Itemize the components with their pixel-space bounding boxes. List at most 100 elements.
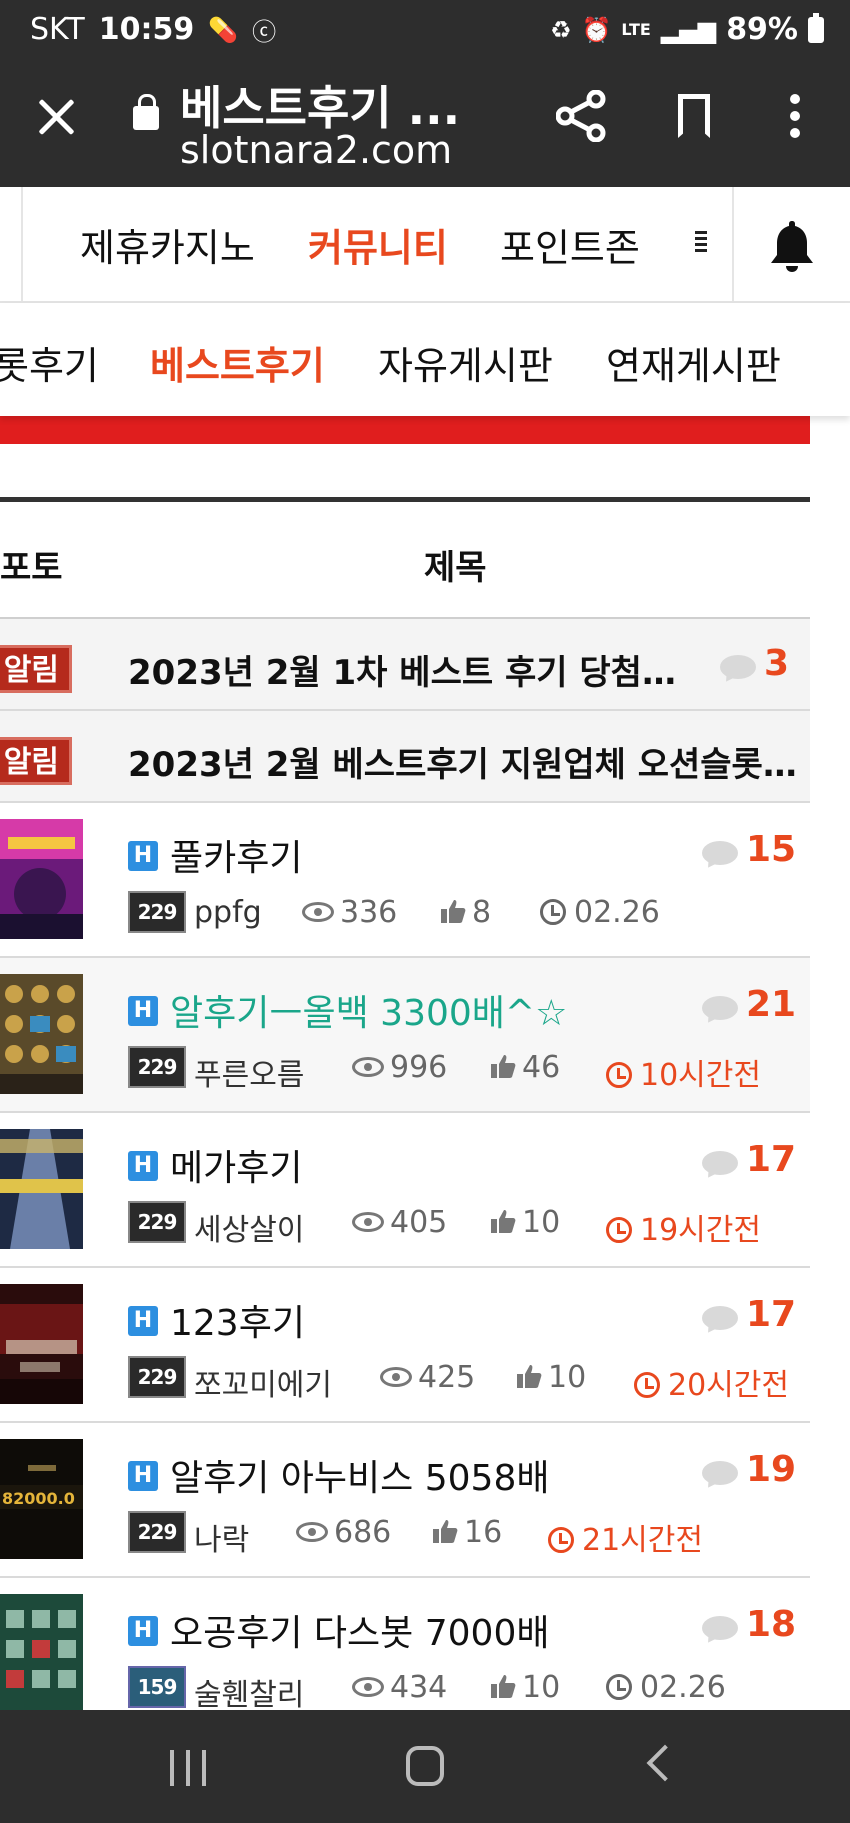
post-time: 10시간전 xyxy=(606,1050,761,1094)
post-time-value: 02.26 xyxy=(640,1670,726,1705)
post-title[interactable]: 메가후기 xyxy=(170,1139,302,1191)
post-time: 21시간전 xyxy=(548,1515,703,1559)
main-nav-point-zone[interactable]: 포인트존 xyxy=(500,217,640,272)
status-left: SKT 10:59 💊 ⓒ xyxy=(30,12,276,47)
thumbs-up-icon xyxy=(517,1364,542,1388)
comment-icon xyxy=(718,653,758,686)
view-count: 434 xyxy=(352,1670,447,1705)
alarm-icon: ⏰ xyxy=(581,15,612,44)
c-icon: ⓒ xyxy=(252,18,277,46)
post-title[interactable]: 풀카후기 xyxy=(170,829,302,881)
notice-badge: 알림 xyxy=(0,737,72,785)
status-bar: SKT 10:59 💊 ⓒ ♻ ⏰ LTE ▂▄▆ 89% xyxy=(0,0,850,62)
like-count-value: 8 xyxy=(472,895,492,930)
like-count: 10 xyxy=(516,1360,586,1395)
comment-count: 21 xyxy=(746,984,797,1025)
view-count-value: 405 xyxy=(390,1205,448,1240)
post-author[interactable]: 쪼꼬미에기 xyxy=(194,1360,332,1404)
post-thumbnail[interactable] xyxy=(0,1284,83,1404)
notice-row[interactable]: 알림 2023년 2월 1차 베스트 후기 당첨자 ... 3 xyxy=(0,619,810,711)
comment-icon xyxy=(700,1149,740,1182)
post-row[interactable]: H 풀카후기 15 229 ppfg 336 8 02.26 xyxy=(0,803,810,958)
sub-nav-serial-board[interactable]: 연재게시판 xyxy=(606,335,781,390)
sub-nav-free-board[interactable]: 자유게시판 xyxy=(378,335,553,390)
post-row[interactable]: H 오공후기 다스봇 7000배 18 159 술휀찰리 434 10 02.2… xyxy=(0,1578,810,1713)
system-nav-bar xyxy=(0,1710,850,1823)
eye-icon xyxy=(380,1366,412,1387)
post-author[interactable]: 술휀찰리 xyxy=(194,1670,304,1714)
nav-overflow-hint[interactable] xyxy=(695,231,707,259)
post-time-value: 21시간전 xyxy=(582,1523,703,1558)
sub-nav-slot-review[interactable]: 롯후기 xyxy=(0,335,99,390)
post-row[interactable]: H 메가후기 17 229 세상살이 405 10 19시간전 xyxy=(0,1113,810,1268)
post-row[interactable]: H 알후기ㅡ올백 3300배^☆ 21 229 푸른오름 996 46 10시간… xyxy=(0,958,810,1113)
post-thumbnail[interactable] xyxy=(0,819,83,939)
main-nav: 제휴카지노 커뮤니티 포인트존 xyxy=(0,187,850,303)
battery-level: 89% xyxy=(726,12,798,47)
notice-title[interactable]: 2023년 2월 1차 베스트 후기 당첨자 ... xyxy=(128,645,688,694)
like-count: 8 xyxy=(440,895,491,930)
view-count-value: 996 xyxy=(390,1050,448,1085)
post-title[interactable]: 오공후기 다스봇 7000배 xyxy=(170,1604,549,1656)
comment-icon xyxy=(700,839,740,872)
view-count: 996 xyxy=(352,1050,447,1085)
like-count-value: 16 xyxy=(464,1515,503,1550)
back-icon[interactable] xyxy=(646,1744,684,1782)
post-thumbnail[interactable] xyxy=(0,974,83,1094)
hot-badge: H xyxy=(128,1616,158,1646)
post-title[interactable]: 123후기 xyxy=(170,1294,305,1346)
bell-icon[interactable] xyxy=(770,219,814,273)
post-author[interactable]: 나락 xyxy=(194,1515,249,1559)
post-thumbnail[interactable]: 82000.0 xyxy=(0,1439,83,1559)
post-thumbnail[interactable] xyxy=(0,1129,83,1249)
eye-icon xyxy=(352,1056,384,1077)
comment-count: 17 xyxy=(746,1294,797,1335)
notice-badge: 알림 xyxy=(0,645,72,693)
share-icon[interactable] xyxy=(556,90,606,142)
post-time: 19시간전 xyxy=(606,1205,761,1249)
close-icon[interactable] xyxy=(36,96,76,136)
like-count-value: 46 xyxy=(522,1050,561,1085)
comment-count: 19 xyxy=(746,1449,797,1490)
bookmark-icon[interactable] xyxy=(678,94,710,138)
clock-icon xyxy=(606,1061,632,1088)
post-author[interactable]: 푸른오름 xyxy=(194,1050,304,1094)
post-row[interactable]: H 123후기 17 229 쪼꼬미에기 425 10 20시간전 xyxy=(0,1268,810,1423)
status-right: ♻ ⏰ LTE ▂▄▆ 89% xyxy=(550,12,824,47)
notice-title[interactable]: 2023년 2월 베스트후기 지원업체 오션슬롯 ... xyxy=(128,737,800,786)
notice-row[interactable]: 알림 2023년 2월 베스트후기 지원업체 오션슬롯 ... xyxy=(0,711,810,803)
comment-count: 3 xyxy=(764,643,790,684)
user-level-badge: 229 xyxy=(128,1511,186,1553)
like-count-value: 10 xyxy=(548,1360,587,1395)
pill-icon: 💊 xyxy=(208,15,239,44)
nav-divider xyxy=(732,187,734,301)
page-url[interactable]: slotnara2.com xyxy=(180,128,452,172)
user-level-badge: 229 xyxy=(128,891,186,933)
sub-nav: 롯후기 베스트후기 자유게시판 연재게시판 xyxy=(0,303,850,416)
post-thumbnail[interactable] xyxy=(0,1594,83,1710)
home-icon[interactable] xyxy=(406,1746,444,1786)
comment-count: 15 xyxy=(746,829,797,870)
post-author[interactable]: 세상살이 xyxy=(194,1205,304,1249)
nav-divider xyxy=(21,187,23,301)
post-row[interactable]: 82000.0 H 알후기 아누비스 5058배 19 229 나락 686 1… xyxy=(0,1423,810,1578)
view-count: 686 xyxy=(296,1515,391,1550)
eye-icon xyxy=(296,1521,328,1542)
thumbs-up-icon xyxy=(491,1054,516,1078)
post-author[interactable]: ppfg xyxy=(194,895,262,930)
like-count-value: 10 xyxy=(522,1670,561,1705)
post-time: 02.26 xyxy=(606,1670,726,1705)
column-header-photo: 포토 xyxy=(0,548,63,588)
sub-nav-best-review[interactable]: 베스트후기 xyxy=(150,335,325,390)
post-title[interactable]: 알후기ㅡ올백 3300배^☆ xyxy=(170,984,567,1036)
view-count-value: 336 xyxy=(340,895,398,930)
like-count: 10 xyxy=(490,1205,560,1240)
main-nav-community[interactable]: 커뮤니티 xyxy=(308,217,448,272)
recent-apps-icon[interactable] xyxy=(170,1750,206,1786)
main-nav-partner-casino[interactable]: 제휴카지노 xyxy=(80,217,255,272)
view-count: 405 xyxy=(352,1205,447,1240)
more-menu-icon[interactable] xyxy=(786,94,804,142)
post-title[interactable]: 알후기 아누비스 5058배 xyxy=(170,1449,549,1501)
carrier-label: SKT xyxy=(30,12,85,47)
clock-icon xyxy=(606,1216,632,1243)
